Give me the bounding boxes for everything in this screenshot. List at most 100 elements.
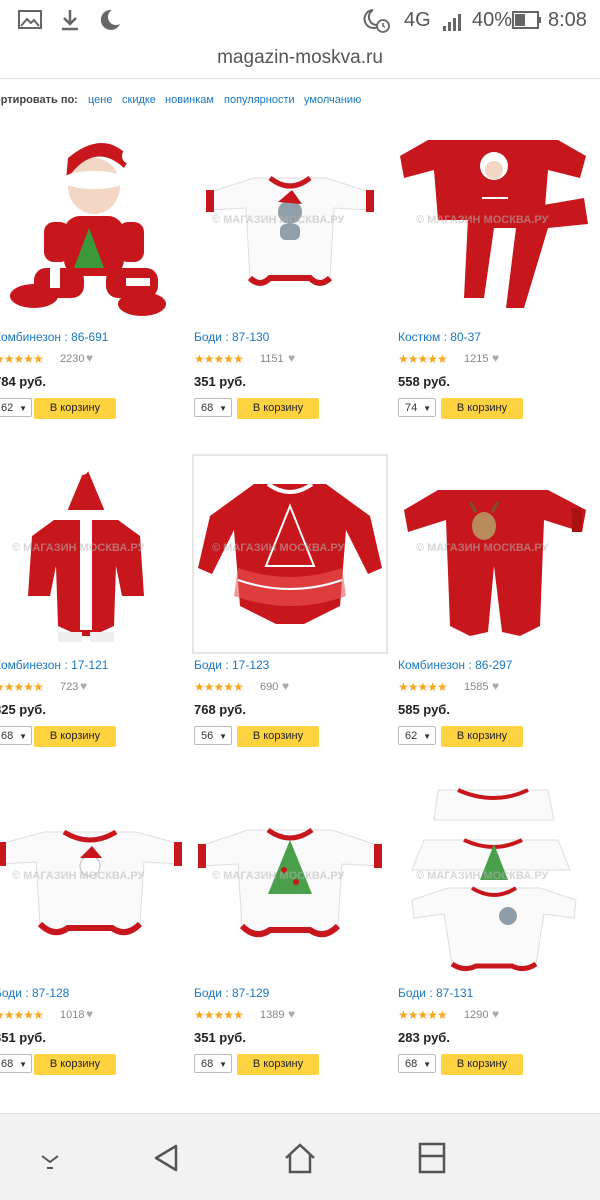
favorite-heart-icon[interactable]: ♥ xyxy=(86,351,93,365)
favorite-heart-icon[interactable]: ♥ xyxy=(492,1007,499,1021)
size-select[interactable]: 68 ▼ xyxy=(398,1054,436,1073)
product-card: © МАГАЗИН МОСКВА.РУ Боди : 87-129 ★★★★★ … xyxy=(194,784,386,1084)
home-icon[interactable] xyxy=(280,1140,320,1176)
santa-jumpsuit-illustration xyxy=(10,143,166,316)
favorite-heart-icon[interactable]: ♥ xyxy=(282,679,289,693)
add-to-cart-button[interactable]: В корзину xyxy=(34,398,116,419)
add-to-cart-button[interactable]: В корзину xyxy=(441,1054,523,1075)
product-name-link[interactable]: Боди : 87-130 xyxy=(194,330,269,344)
favorite-heart-icon[interactable]: ♥ xyxy=(492,679,499,693)
add-to-cart-button[interactable]: В корзину xyxy=(237,398,319,419)
product-image[interactable]: © МАГАЗИН МОСКВА.РУ xyxy=(192,454,388,654)
review-count: 1215 xyxy=(464,353,489,365)
moon-icon xyxy=(100,9,120,30)
product-image[interactable]: © МАГАЗИН МОСКВА.РУ xyxy=(398,784,590,980)
product-price: 351 руб. xyxy=(194,1030,246,1045)
size-select[interactable]: 74 ▼ xyxy=(398,398,436,417)
product-card: © МАГАЗИН МОСКВА.РУ Боди : 87-128 ★★★★★ … xyxy=(0,784,186,1084)
dropdown-arrow-icon: ▼ xyxy=(19,732,27,741)
review-count: 1290 xyxy=(464,1009,489,1021)
product-price: 351 руб. xyxy=(194,374,246,389)
rating-stars: ★★★★★ xyxy=(0,1008,44,1022)
favorite-heart-icon[interactable]: ♥ xyxy=(288,1007,295,1021)
sort-by-popularity-link[interactable]: популярности xyxy=(224,94,295,106)
product-card: © МАГАЗИН МОСКВА.РУ Костюм : 80-37 ★★★★★… xyxy=(398,128,590,428)
collapse-icon[interactable] xyxy=(30,1140,70,1176)
review-count: 723 xyxy=(60,681,79,693)
red-suit-illustration xyxy=(400,140,588,308)
watermark: © МАГАЗИН МОСКВА.РУ xyxy=(212,870,345,882)
network-type: 4G xyxy=(404,9,431,31)
product-name-link[interactable]: Боди : 87-129 xyxy=(194,986,269,1000)
product-name-link[interactable]: Комбинезон : 86-691 xyxy=(0,330,108,344)
product-name-link[interactable]: Боди : 87-131 xyxy=(398,986,473,1000)
size-value: 56 xyxy=(201,730,214,742)
product-price: 784 руб. xyxy=(0,374,46,389)
watermark: © МАГАЗИН МОСКВА.РУ xyxy=(212,542,345,554)
size-select[interactable]: 56 ▼ xyxy=(194,726,232,745)
favorite-heart-icon[interactable]: ♥ xyxy=(80,679,87,693)
sort-by-newest-link[interactable]: новинкам xyxy=(165,94,214,106)
add-to-cart-button[interactable]: В корзину xyxy=(441,398,523,419)
sort-by-price-link[interactable]: цене xyxy=(88,94,113,106)
size-select[interactable]: 62 ▼ xyxy=(0,398,32,417)
add-to-cart-button[interactable]: В корзину xyxy=(237,726,319,747)
tutu-bodysuit-illustration xyxy=(198,482,382,624)
size-value: 62 xyxy=(405,730,418,742)
dropdown-arrow-icon: ▼ xyxy=(219,1060,227,1069)
size-value: 68 xyxy=(201,1058,214,1070)
product-image[interactable]: © МАГАЗИН МОСКВА.РУ xyxy=(0,784,186,980)
dropdown-arrow-icon: ▼ xyxy=(219,732,227,741)
product-price: 768 руб. xyxy=(194,702,246,717)
recent-apps-icon[interactable] xyxy=(412,1140,452,1176)
dropdown-arrow-icon: ▼ xyxy=(219,404,227,413)
product-image[interactable] xyxy=(0,128,186,324)
size-value: 68 xyxy=(1,730,14,742)
rating-stars: ★★★★★ xyxy=(398,352,448,366)
product-name-link[interactable]: Костюм : 80-37 xyxy=(398,330,481,344)
sort-by-discount-link[interactable]: скидке xyxy=(122,94,156,106)
product-price: 283 руб. xyxy=(398,1030,450,1045)
add-to-cart-button[interactable]: В корзину xyxy=(34,726,116,747)
product-name-link[interactable]: Комбинезон : 17-121 xyxy=(0,658,108,672)
size-select[interactable]: 62 ▼ xyxy=(398,726,436,745)
size-select[interactable]: 68 ▼ xyxy=(194,1054,232,1073)
watermark: © МАГАЗИН МОСКВА.РУ xyxy=(416,870,549,882)
product-card: © МАГАЗИН МОСКВА.РУ Комбинезон : 17-121 … xyxy=(0,456,186,756)
rating-stars: ★★★★★ xyxy=(0,680,44,694)
product-name-link[interactable]: Боди : 17-123 xyxy=(194,658,269,672)
add-to-cart-button[interactable]: В корзину xyxy=(34,1054,116,1075)
product-price: 825 руб. xyxy=(0,702,46,717)
url-text: magazin-moskva.ru xyxy=(217,47,383,68)
add-to-cart-button[interactable]: В корзину xyxy=(237,1054,319,1075)
product-image[interactable]: © МАГАЗИН МОСКВА.РУ xyxy=(398,128,590,324)
watermark: © МАГАЗИН МОСКВА.РУ xyxy=(12,542,145,554)
add-to-cart-button[interactable]: В корзину xyxy=(441,726,523,747)
santa-hat-jumpsuit-illustration xyxy=(28,461,144,642)
favorite-heart-icon[interactable]: ♥ xyxy=(86,1007,93,1021)
product-name-link[interactable]: Комбинезон : 86-297 xyxy=(398,658,512,672)
watermark: © МАГАЗИН МОСКВА.РУ xyxy=(12,870,145,882)
size-select[interactable]: 68 ▼ xyxy=(194,398,232,417)
back-icon[interactable] xyxy=(148,1140,188,1176)
product-image[interactable]: © МАГАЗИН МОСКВА.РУ xyxy=(398,456,590,652)
product-image[interactable]: © МАГАЗИН МОСКВА.РУ xyxy=(0,456,186,652)
watermark: © МАГАЗИН МОСКВА.РУ xyxy=(416,214,549,226)
favorite-heart-icon[interactable]: ♥ xyxy=(492,351,499,365)
favorite-heart-icon[interactable]: ♥ xyxy=(288,351,295,365)
address-bar[interactable]: magazin-moskva.ru xyxy=(0,40,600,79)
size-select[interactable]: 68 ▼ xyxy=(0,726,32,745)
product-name-link[interactable]: Боди : 87-128 xyxy=(0,986,69,1000)
product-image[interactable]: © МАГАЗИН МОСКВА.РУ xyxy=(194,128,386,324)
download-icon xyxy=(62,10,78,31)
size-value: 68 xyxy=(1,1058,14,1070)
battery-percent: 40% xyxy=(472,9,513,31)
product-image[interactable]: © МАГАЗИН МОСКВА.РУ xyxy=(194,784,386,980)
review-count: 1018 xyxy=(60,1009,85,1021)
sort-by-default-link[interactable]: умолчанию xyxy=(304,94,361,106)
size-value: 74 xyxy=(405,402,418,414)
product-card: © МАГАЗИН МОСКВА.РУ Боди : 17-123 ★★★★★ … xyxy=(192,454,388,756)
size-select[interactable]: 68 ▼ xyxy=(0,1054,32,1073)
rating-stars: ★★★★★ xyxy=(194,352,244,366)
watermark: © МАГАЗИН МОСКВА.РУ xyxy=(416,542,549,554)
